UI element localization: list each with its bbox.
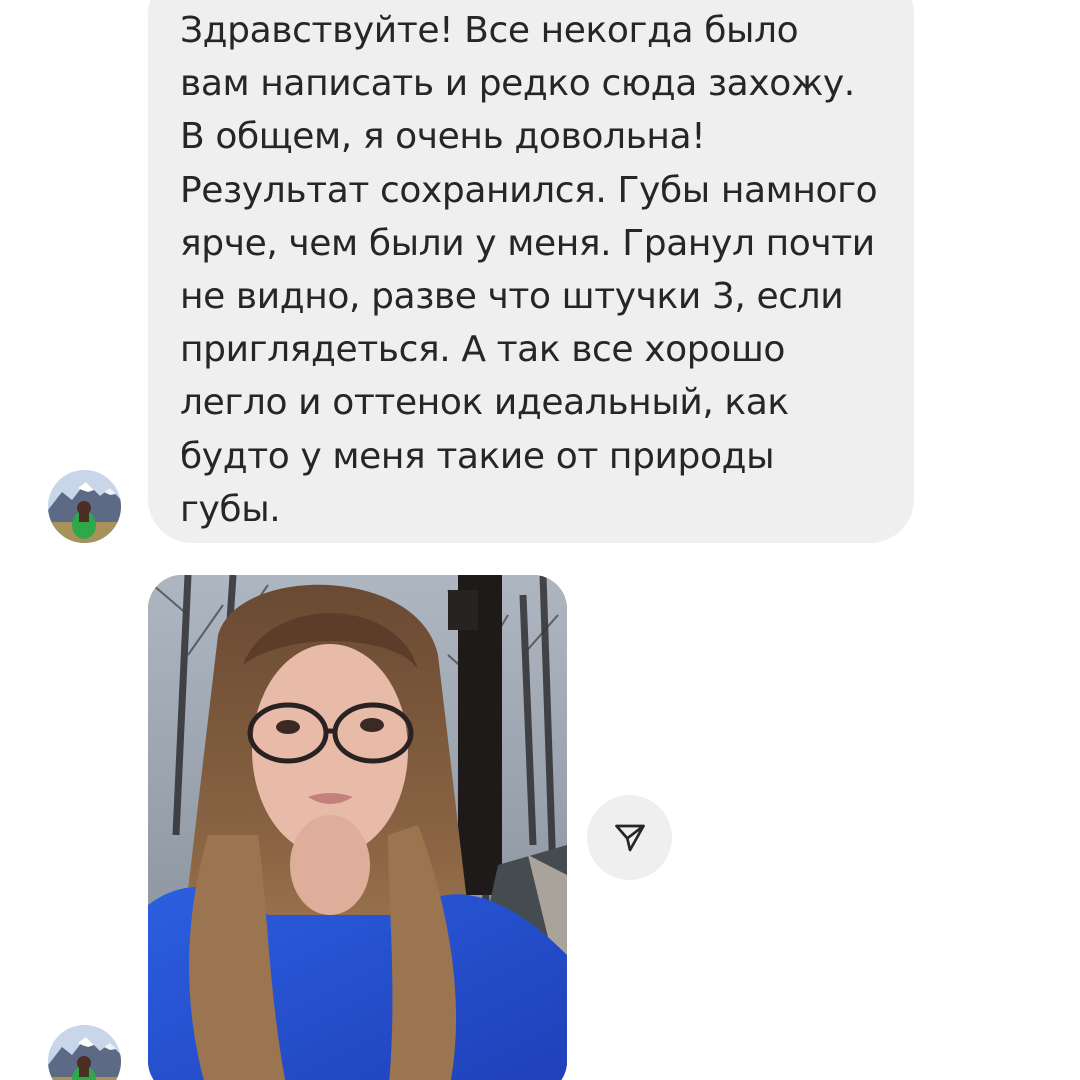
photo-image <box>148 575 567 1080</box>
share-button[interactable] <box>587 795 672 880</box>
send-icon <box>614 824 645 851</box>
avatar-image <box>48 470 121 543</box>
sender-avatar[interactable] <box>48 1025 121 1080</box>
chat-thread: Здравствуйте! Все некогда было вам напис… <box>0 0 1080 1080</box>
shared-photo[interactable] <box>148 575 567 1080</box>
avatar-image <box>48 1025 121 1080</box>
message-text: Здравствуйте! Все некогда было вам напис… <box>180 10 878 530</box>
sender-avatar[interactable] <box>48 470 121 543</box>
message-bubble[interactable]: Здравствуйте! Все некогда было вам напис… <box>148 0 914 543</box>
